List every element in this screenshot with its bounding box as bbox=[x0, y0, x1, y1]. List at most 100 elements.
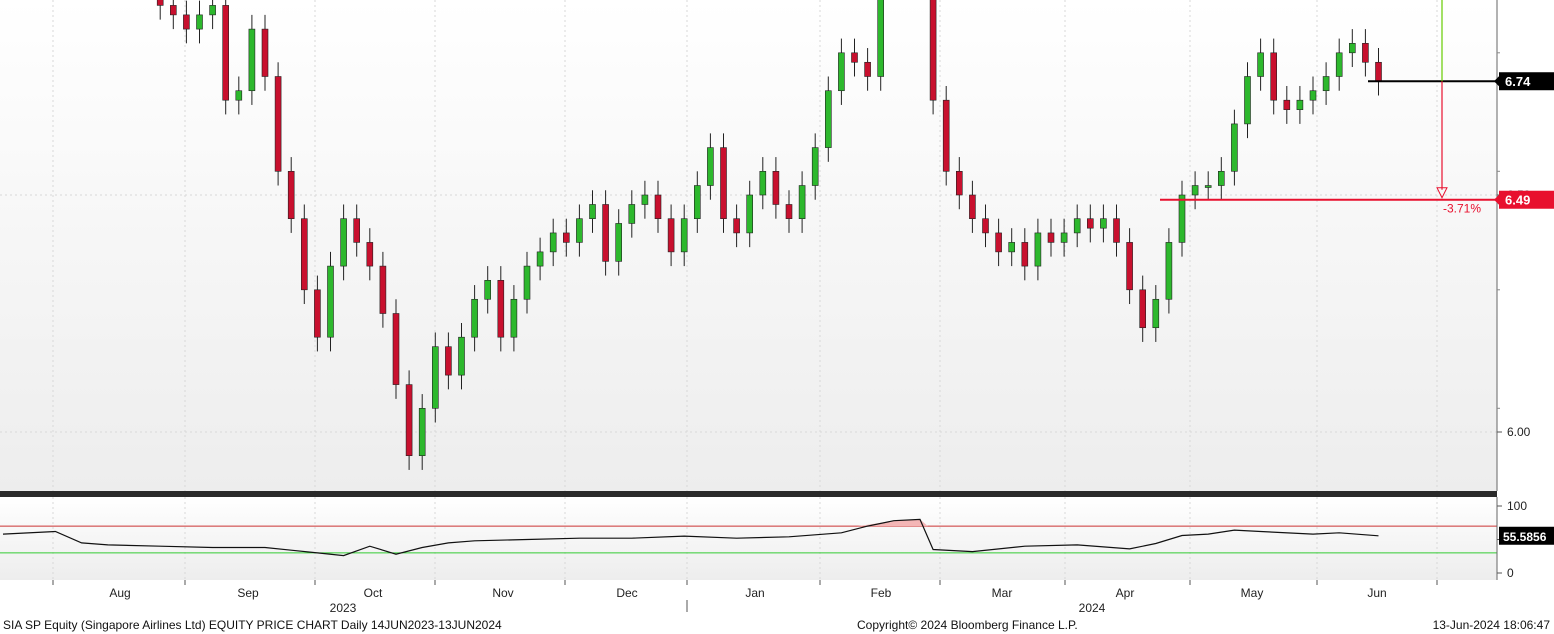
candle-down bbox=[1087, 218, 1094, 229]
candle-down bbox=[955, 171, 963, 196]
x-tick-label: Aug bbox=[109, 586, 130, 600]
candle-down bbox=[654, 194, 662, 220]
x-tick-label: May bbox=[1241, 586, 1264, 600]
candle-up bbox=[431, 346, 439, 409]
candle-down bbox=[1047, 232, 1055, 243]
candle-down bbox=[1021, 242, 1029, 267]
x-tick-label: Jun bbox=[1367, 586, 1386, 600]
axis-layer: Aug Sep Oct Nov Dec Jan Feb Mar Apr May Jun 2023 202… bbox=[52, 0, 1531, 612]
candle-up bbox=[510, 298, 518, 338]
candle-up bbox=[1309, 90, 1317, 101]
candle-down bbox=[274, 76, 282, 172]
price-series bbox=[156, 0, 1382, 470]
candle-up bbox=[641, 194, 649, 205]
x-tick-label: Jan bbox=[745, 586, 764, 600]
candle-down bbox=[1126, 242, 1133, 291]
candle-down bbox=[314, 289, 321, 338]
candle-up bbox=[824, 90, 832, 148]
candle-down bbox=[602, 204, 609, 262]
candle-up bbox=[235, 90, 243, 101]
candle-up bbox=[1008, 242, 1016, 253]
footer-security-description: SIA SP Equity (Singapore Airlines Ltd) E… bbox=[3, 618, 502, 632]
candle-up bbox=[523, 265, 531, 300]
candle-up bbox=[1152, 298, 1160, 329]
chart-canvas: Aug Sep Oct Nov Dec Jan Feb Mar Apr May Jun 2023 202… bbox=[0, 0, 1554, 612]
candle-down bbox=[772, 171, 780, 205]
candle-up bbox=[1204, 185, 1212, 188]
footer-timestamp: 13-Jun-2024 18:06:47 bbox=[1432, 618, 1550, 632]
candle-down bbox=[942, 99, 950, 172]
candle-up bbox=[877, 0, 885, 77]
candle-down bbox=[392, 313, 400, 385]
candle-up bbox=[536, 251, 544, 267]
candle-down bbox=[851, 52, 858, 63]
candle-down bbox=[1283, 99, 1291, 110]
candle-up bbox=[1218, 171, 1225, 186]
candle-down bbox=[445, 346, 452, 376]
candle-up bbox=[615, 223, 623, 262]
candle-up bbox=[693, 185, 701, 220]
rsi-value-tag: 55.5856 bbox=[1503, 530, 1547, 544]
rsi-series bbox=[0, 518, 1497, 557]
candle-up bbox=[1231, 123, 1238, 172]
candle-down bbox=[1270, 52, 1277, 101]
candle-down bbox=[733, 218, 740, 234]
price-y-tick-label: 6.00 bbox=[1507, 425, 1531, 439]
candle-down bbox=[1375, 61, 1382, 82]
candle-up bbox=[1100, 218, 1107, 229]
candle-up bbox=[418, 407, 426, 456]
rsi-line bbox=[2, 518, 1379, 557]
candle-down bbox=[183, 14, 190, 30]
candle-up bbox=[484, 280, 492, 300]
x-tick-label: Mar bbox=[992, 586, 1013, 600]
candle-up bbox=[798, 185, 806, 220]
x-tick-label: Nov bbox=[492, 586, 513, 600]
candle-up bbox=[1257, 52, 1264, 77]
x-tick-label: Apr bbox=[1116, 586, 1135, 600]
candle-up bbox=[458, 336, 465, 376]
candle-up bbox=[746, 194, 754, 234]
candle-down bbox=[667, 218, 675, 253]
candle-up bbox=[196, 14, 203, 30]
lower-level-tag: 6.49 bbox=[1505, 193, 1530, 208]
candle-up bbox=[707, 147, 714, 186]
candle-down bbox=[261, 28, 269, 77]
candle-down bbox=[300, 218, 308, 291]
candle-up bbox=[1034, 232, 1042, 267]
footer-copyright: Copyright© 2024 Bloomberg Finance L.P. bbox=[857, 618, 1078, 632]
rsi-y-tick-label: 0 bbox=[1507, 566, 1514, 580]
x-tick-label: Sep bbox=[237, 586, 259, 600]
candle-down bbox=[1113, 218, 1120, 243]
candle-up bbox=[1178, 194, 1186, 243]
candle-down bbox=[156, 0, 164, 6]
year-label: 2023 bbox=[330, 601, 357, 612]
candle-down bbox=[287, 171, 295, 220]
candle-up bbox=[838, 52, 845, 92]
candle-up bbox=[589, 204, 596, 219]
candle-up bbox=[248, 28, 256, 92]
candle-down bbox=[170, 5, 177, 16]
candle-up bbox=[1191, 185, 1199, 196]
candle-up bbox=[680, 218, 688, 253]
lower-pct-label: -3.71% bbox=[1443, 202, 1481, 216]
candle-down bbox=[379, 265, 387, 314]
candle-down bbox=[785, 204, 793, 219]
candle-down bbox=[562, 232, 570, 243]
candle-up bbox=[471, 298, 478, 338]
candle-down bbox=[405, 384, 413, 457]
candle-up bbox=[1244, 76, 1251, 125]
x-tick-label: Oct bbox=[364, 586, 383, 600]
candle-down bbox=[995, 232, 1002, 253]
candle-up bbox=[1073, 218, 1081, 234]
x-tick-label: Feb bbox=[871, 586, 892, 600]
candle-down bbox=[497, 280, 505, 338]
candle-down bbox=[969, 194, 976, 220]
candle-up bbox=[811, 147, 819, 186]
candle-up bbox=[1349, 43, 1356, 54]
candle-up bbox=[549, 232, 557, 253]
current-price-tag: 6.74 bbox=[1505, 74, 1531, 89]
x-tick-label: Dec bbox=[616, 586, 637, 600]
candle-up bbox=[1060, 232, 1068, 243]
candle-down bbox=[353, 218, 361, 243]
candle-down bbox=[720, 147, 727, 220]
